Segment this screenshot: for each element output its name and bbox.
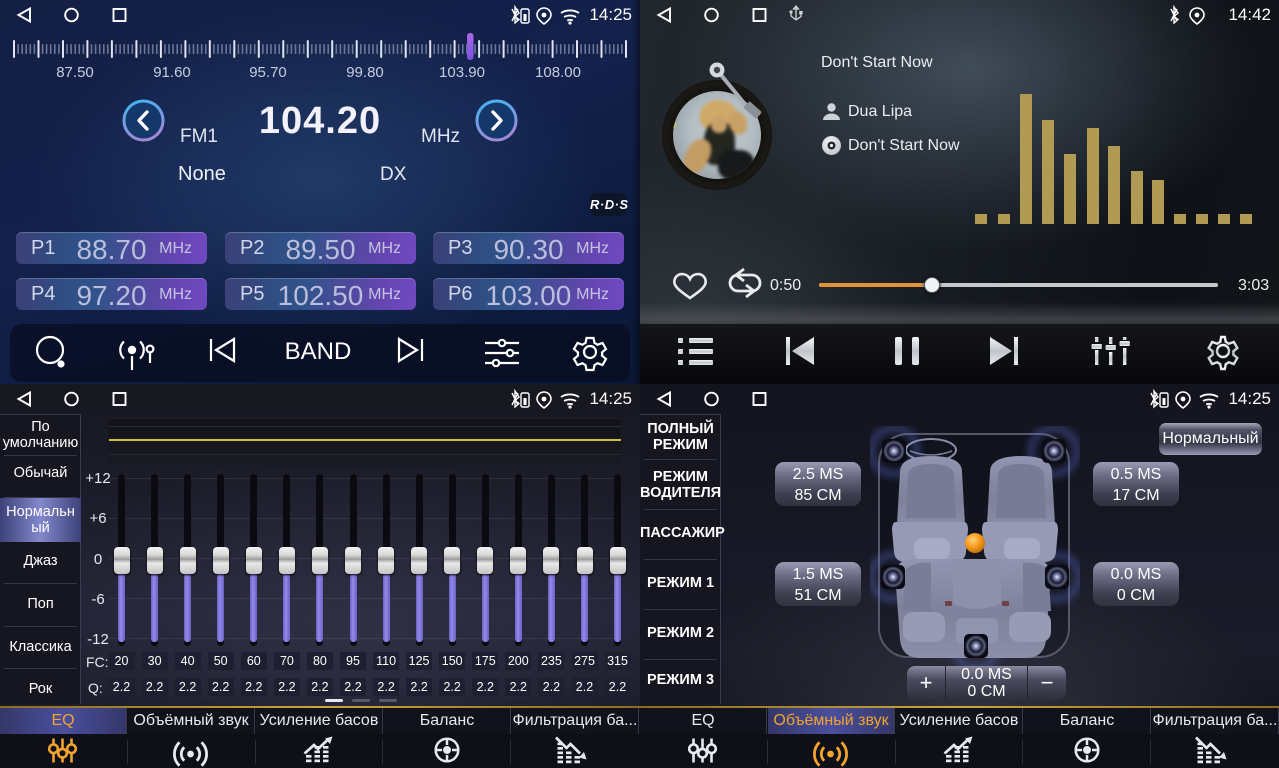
svg-text:BAND: BAND bbox=[285, 338, 352, 365]
